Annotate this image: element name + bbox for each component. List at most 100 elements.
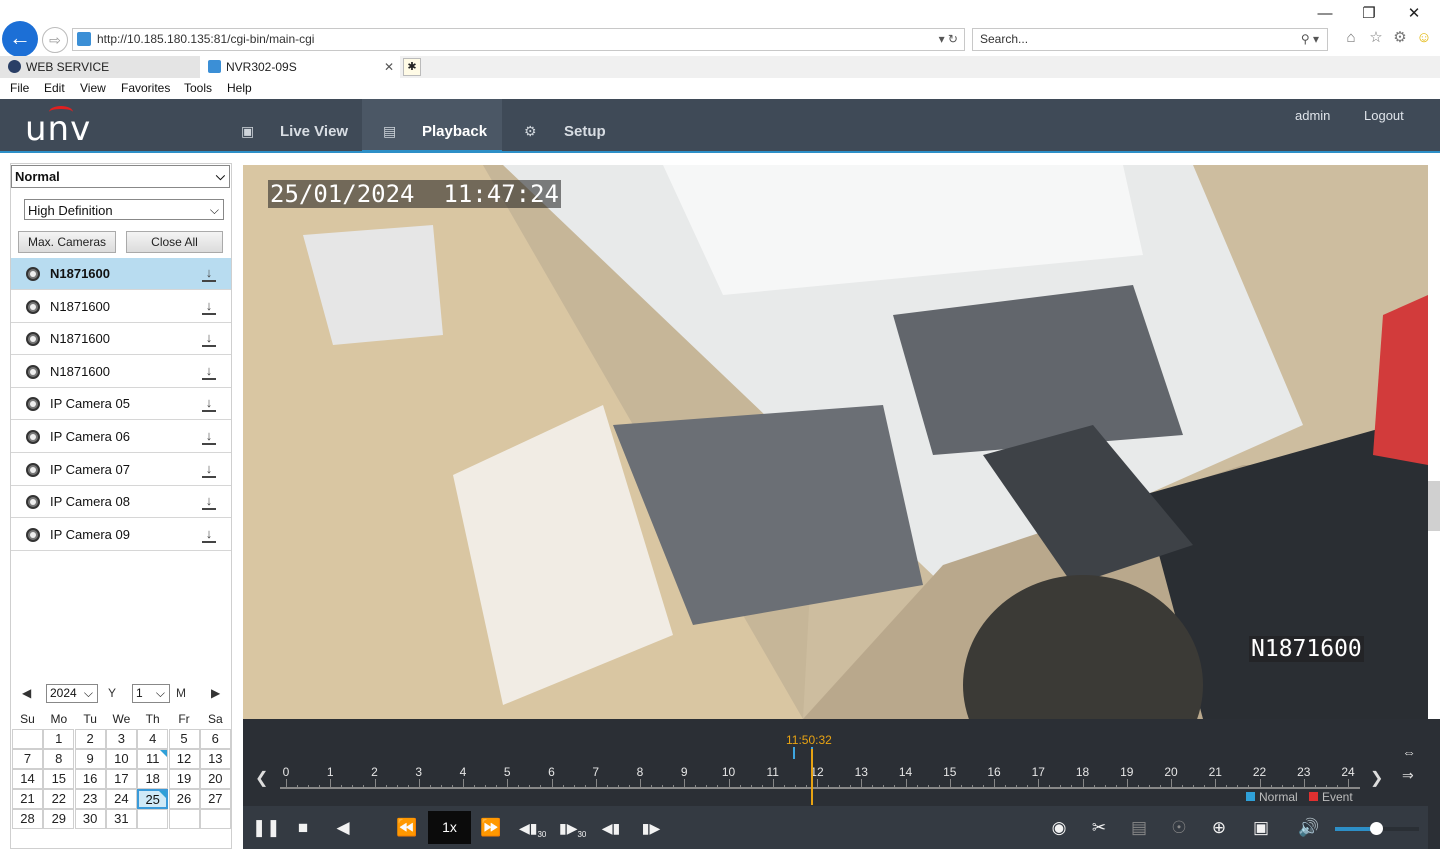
- camera-row[interactable]: IP Camera 05 ↓: [11, 388, 231, 421]
- calendar-day[interactable]: 30: [74, 809, 106, 829]
- year-select[interactable]: 2024 ⌵: [46, 684, 98, 703]
- quality-select[interactable]: High Definition ⌵: [24, 199, 224, 220]
- download-icon[interactable]: ↓: [202, 396, 216, 413]
- timeline-next-icon[interactable]: ❯: [1370, 768, 1383, 788]
- calendar-day[interactable]: 5: [168, 729, 200, 749]
- area-select-icon[interactable]: ▣: [1249, 817, 1273, 839]
- calendar-day[interactable]: 23: [74, 789, 106, 809]
- menu-file[interactable]: File: [10, 81, 29, 95]
- camera-row[interactable]: N1871600 ↓: [11, 291, 231, 323]
- nav-setup[interactable]: Setup: [564, 122, 606, 142]
- timeline-cursor[interactable]: [811, 749, 813, 805]
- volume-knob[interactable]: [1370, 822, 1383, 835]
- camera-row[interactable]: IP Camera 09 ↓: [11, 519, 231, 551]
- tab-web-service[interactable]: WEB SERVICE: [0, 56, 200, 78]
- calendar-day[interactable]: 16: [74, 769, 106, 789]
- new-tab-icon[interactable]: ✱: [403, 58, 421, 76]
- skip-forward-30-icon[interactable]: ▮▶30: [559, 817, 586, 839]
- forward-arrow-icon[interactable]: ⇨: [42, 27, 68, 53]
- snapshot-camera-icon[interactable]: ◉: [1047, 817, 1071, 839]
- camera-row[interactable]: N1871600 ↓: [11, 323, 231, 356]
- calendar-day[interactable]: 12: [168, 749, 200, 769]
- address-bar[interactable]: http://10.185.180.135:81/cgi-bin/main-cg…: [72, 28, 965, 51]
- calendar-day[interactable]: 7: [12, 749, 43, 769]
- menu-edit[interactable]: Edit: [44, 81, 65, 95]
- nav-playback[interactable]: Playback: [422, 122, 487, 142]
- menu-favorites[interactable]: Favorites: [121, 81, 170, 95]
- calendar-day[interactable]: 1: [43, 729, 75, 749]
- favorites-star-icon[interactable]: ☆: [1367, 29, 1385, 47]
- calendar-day[interactable]: 27: [199, 789, 231, 809]
- minimize-icon[interactable]: —: [1310, 4, 1340, 24]
- download-icon[interactable]: ↓: [202, 363, 216, 380]
- volume-speaker-icon[interactable]: 🔊: [1297, 817, 1321, 839]
- smiley-icon[interactable]: ☺: [1415, 29, 1433, 47]
- timeline-rail[interactable]: [280, 779, 1360, 789]
- mode-select[interactable]: Normal ⌵: [11, 165, 230, 188]
- next-month-icon[interactable]: ▶: [211, 686, 220, 700]
- calendar-day[interactable]: 10: [105, 749, 137, 769]
- camera-row[interactable]: IP Camera 06 ↓: [11, 421, 231, 453]
- menu-help[interactable]: Help: [227, 81, 252, 95]
- calendar-day[interactable]: 15: [43, 769, 75, 789]
- calendar-day[interactable]: 21: [12, 789, 43, 809]
- restore-icon[interactable]: ❐: [1354, 4, 1384, 24]
- max-cameras-button[interactable]: Max. Cameras: [18, 231, 116, 253]
- prev-month-icon[interactable]: ◀: [22, 686, 31, 700]
- calendar-day[interactable]: 20: [199, 769, 231, 789]
- download-icon[interactable]: ↓: [202, 461, 216, 478]
- close-all-button[interactable]: Close All: [126, 231, 223, 253]
- tab-close-icon[interactable]: ✕: [384, 56, 394, 78]
- save-icon[interactable]: ▤: [1127, 817, 1151, 839]
- download-icon[interactable]: ↓: [202, 298, 216, 315]
- close-window-icon[interactable]: ✕: [1399, 4, 1429, 24]
- camera-row[interactable]: N1871600 ↓: [11, 258, 231, 290]
- digital-zoom-icon[interactable]: ⊕: [1207, 817, 1231, 839]
- month-select[interactable]: 1 ⌵: [132, 684, 170, 703]
- calendar-day[interactable]: 18: [137, 769, 169, 789]
- nav-live-view[interactable]: Live View: [280, 122, 348, 142]
- search-icon[interactable]: ⚲ ▾: [1301, 29, 1319, 50]
- calendar-day[interactable]: 14: [12, 769, 43, 789]
- tab-nvr[interactable]: NVR302-09S ✕: [200, 56, 400, 78]
- calendar-day[interactable]: 31: [105, 809, 137, 829]
- calendar-day[interactable]: 28: [12, 809, 43, 829]
- skip-back-30-icon[interactable]: ◀▮30: [519, 817, 546, 839]
- calendar-day[interactable]: 29: [43, 809, 75, 829]
- calendar-day[interactable]: 24: [105, 789, 137, 809]
- reverse-play-icon[interactable]: ◀: [331, 817, 355, 839]
- calendar-day[interactable]: 2: [74, 729, 106, 749]
- previous-frame-icon[interactable]: ◀▮: [599, 817, 623, 839]
- download-icon[interactable]: ↓: [202, 331, 216, 348]
- slow-down-icon[interactable]: ⏪: [395, 817, 419, 839]
- speed-up-icon[interactable]: ⏩: [479, 817, 503, 839]
- download-icon[interactable]: ↓: [202, 429, 216, 445]
- home-icon[interactable]: ⌂: [1342, 29, 1360, 47]
- settings-gear-icon[interactable]: ⚙: [1391, 29, 1409, 47]
- back-arrow-icon[interactable]: ←: [2, 21, 38, 57]
- calendar-day[interactable]: 3: [105, 729, 137, 749]
- view-eye-icon[interactable]: ☉: [1167, 817, 1191, 839]
- next-frame-icon[interactable]: ▮▶: [639, 817, 663, 839]
- refresh-icon[interactable]: ▾ ↻: [939, 29, 958, 50]
- search-input[interactable]: Search... ⚲ ▾: [972, 28, 1328, 51]
- zoom-in-timeline-icon[interactable]: ⇔: [1402, 744, 1416, 760]
- stop-icon[interactable]: ■: [291, 817, 315, 839]
- calendar-day[interactable]: 19: [168, 769, 200, 789]
- calendar-day[interactable]: 17: [105, 769, 137, 789]
- calendar-day[interactable]: 8: [43, 749, 75, 769]
- pause-icon[interactable]: ❚❚: [252, 817, 281, 839]
- user-name[interactable]: admin: [1295, 108, 1330, 123]
- calendar-day[interactable]: 25: [137, 789, 169, 809]
- calendar-day[interactable]: 22: [43, 789, 75, 809]
- camera-row[interactable]: N1871600 ↓: [11, 356, 231, 388]
- menu-tools[interactable]: Tools: [184, 81, 212, 95]
- download-icon[interactable]: ↓: [202, 494, 216, 511]
- calendar-day[interactable]: 26: [168, 789, 200, 809]
- scrollbar-thumb[interactable]: [1428, 481, 1440, 531]
- camera-row[interactable]: IP Camera 07 ↓: [11, 454, 231, 486]
- calendar-day[interactable]: 13: [199, 749, 231, 769]
- calendar-day[interactable]: 4: [137, 729, 169, 749]
- clip-scissors-icon[interactable]: ✂: [1087, 817, 1111, 839]
- zoom-out-timeline-icon[interactable]: ⇒: [1402, 767, 1414, 784]
